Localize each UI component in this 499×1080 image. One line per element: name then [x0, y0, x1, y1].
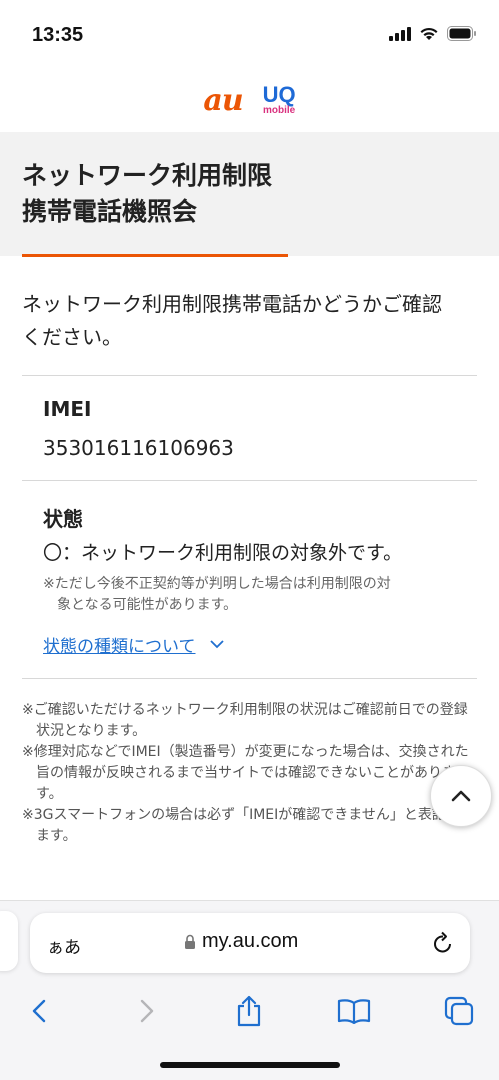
page-title: ネットワーク利用制限 携帯電話機照会 [22, 161, 273, 226]
back-button[interactable] [19, 991, 59, 1031]
book-icon [337, 999, 371, 1024]
browser-toolbar [0, 985, 499, 1035]
chevron-up-icon [451, 790, 471, 802]
home-indicator [160, 1062, 340, 1068]
status-bar: 13:35 [0, 0, 499, 72]
status-value: 〇：ネットワーク利用制限の対象外です。 [43, 542, 403, 564]
status-note: ※ただし今後不正契約等が判明した場合は利用制限の対 象となる可能性があります。 [43, 576, 391, 613]
previous-tab-peek[interactable] [0, 911, 18, 971]
url-display[interactable]: my.au.com [184, 930, 298, 953]
divider [22, 678, 477, 679]
browser-bar: ぁあ my.au.com [0, 900, 499, 1080]
share-icon [237, 995, 261, 1027]
uq-logo-main: UQ [262, 82, 296, 107]
note-item: ※修理対応などでIMEI（製造番号）が変更になった場合は、交換された旨の情報が反… [22, 744, 469, 802]
brand-header: au UQ mobile [0, 78, 499, 122]
divider [22, 480, 477, 481]
chevron-right-icon [140, 999, 154, 1023]
status-icons [389, 26, 477, 41]
note-item: ※ご確認いただけるネットワーク利用制限の状況はご確認前日での登録状況となります。 [22, 702, 468, 739]
status-types-link-label: 状態の種類について [43, 637, 196, 657]
status-time: 13:35 [32, 24, 84, 46]
chevron-left-icon [32, 999, 46, 1023]
tabs-button[interactable] [439, 991, 479, 1031]
uq-logo-sub: mobile [263, 105, 296, 116]
scroll-to-top-button[interactable] [430, 765, 492, 827]
page-settings-button[interactable]: ぁあ [47, 933, 81, 958]
cellular-signal-icon [389, 26, 411, 41]
chevron-down-icon [209, 640, 224, 649]
status-types-link[interactable]: 状態の種類について [43, 632, 224, 657]
battery-icon [447, 26, 476, 41]
tabs-icon [444, 996, 474, 1026]
imei-label: IMEI [43, 397, 92, 421]
status-label: 状態 [43, 507, 83, 531]
url-text: my.au.com [202, 930, 299, 952]
uq-mobile-logo[interactable]: UQ mobile [263, 84, 296, 116]
bookmarks-button[interactable] [334, 991, 374, 1031]
address-bar[interactable]: ぁあ my.au.com [30, 913, 470, 973]
notes-list: ※ご確認いただけるネットワーク利用制限の状況はご確認前日での登録状況となります。… [22, 700, 477, 847]
title-underline [22, 254, 288, 257]
au-logo[interactable]: au [203, 83, 243, 118]
share-button[interactable] [229, 991, 269, 1031]
intro-text: ネットワーク利用制限携帯電話かどうかご確認 ください。 [22, 292, 442, 349]
wifi-icon [420, 27, 438, 40]
title-block: ネットワーク利用制限 携帯電話機照会 [0, 132, 499, 256]
reload-icon[interactable] [432, 931, 454, 955]
lock-icon [185, 934, 195, 949]
imei-value: 353016116106963 [43, 436, 234, 460]
forward-button[interactable] [127, 991, 167, 1031]
note-item: ※3Gスマートフォンの場合は必ず「IMEIが確認できません」と表記されます。 [22, 807, 474, 844]
divider [22, 375, 477, 376]
